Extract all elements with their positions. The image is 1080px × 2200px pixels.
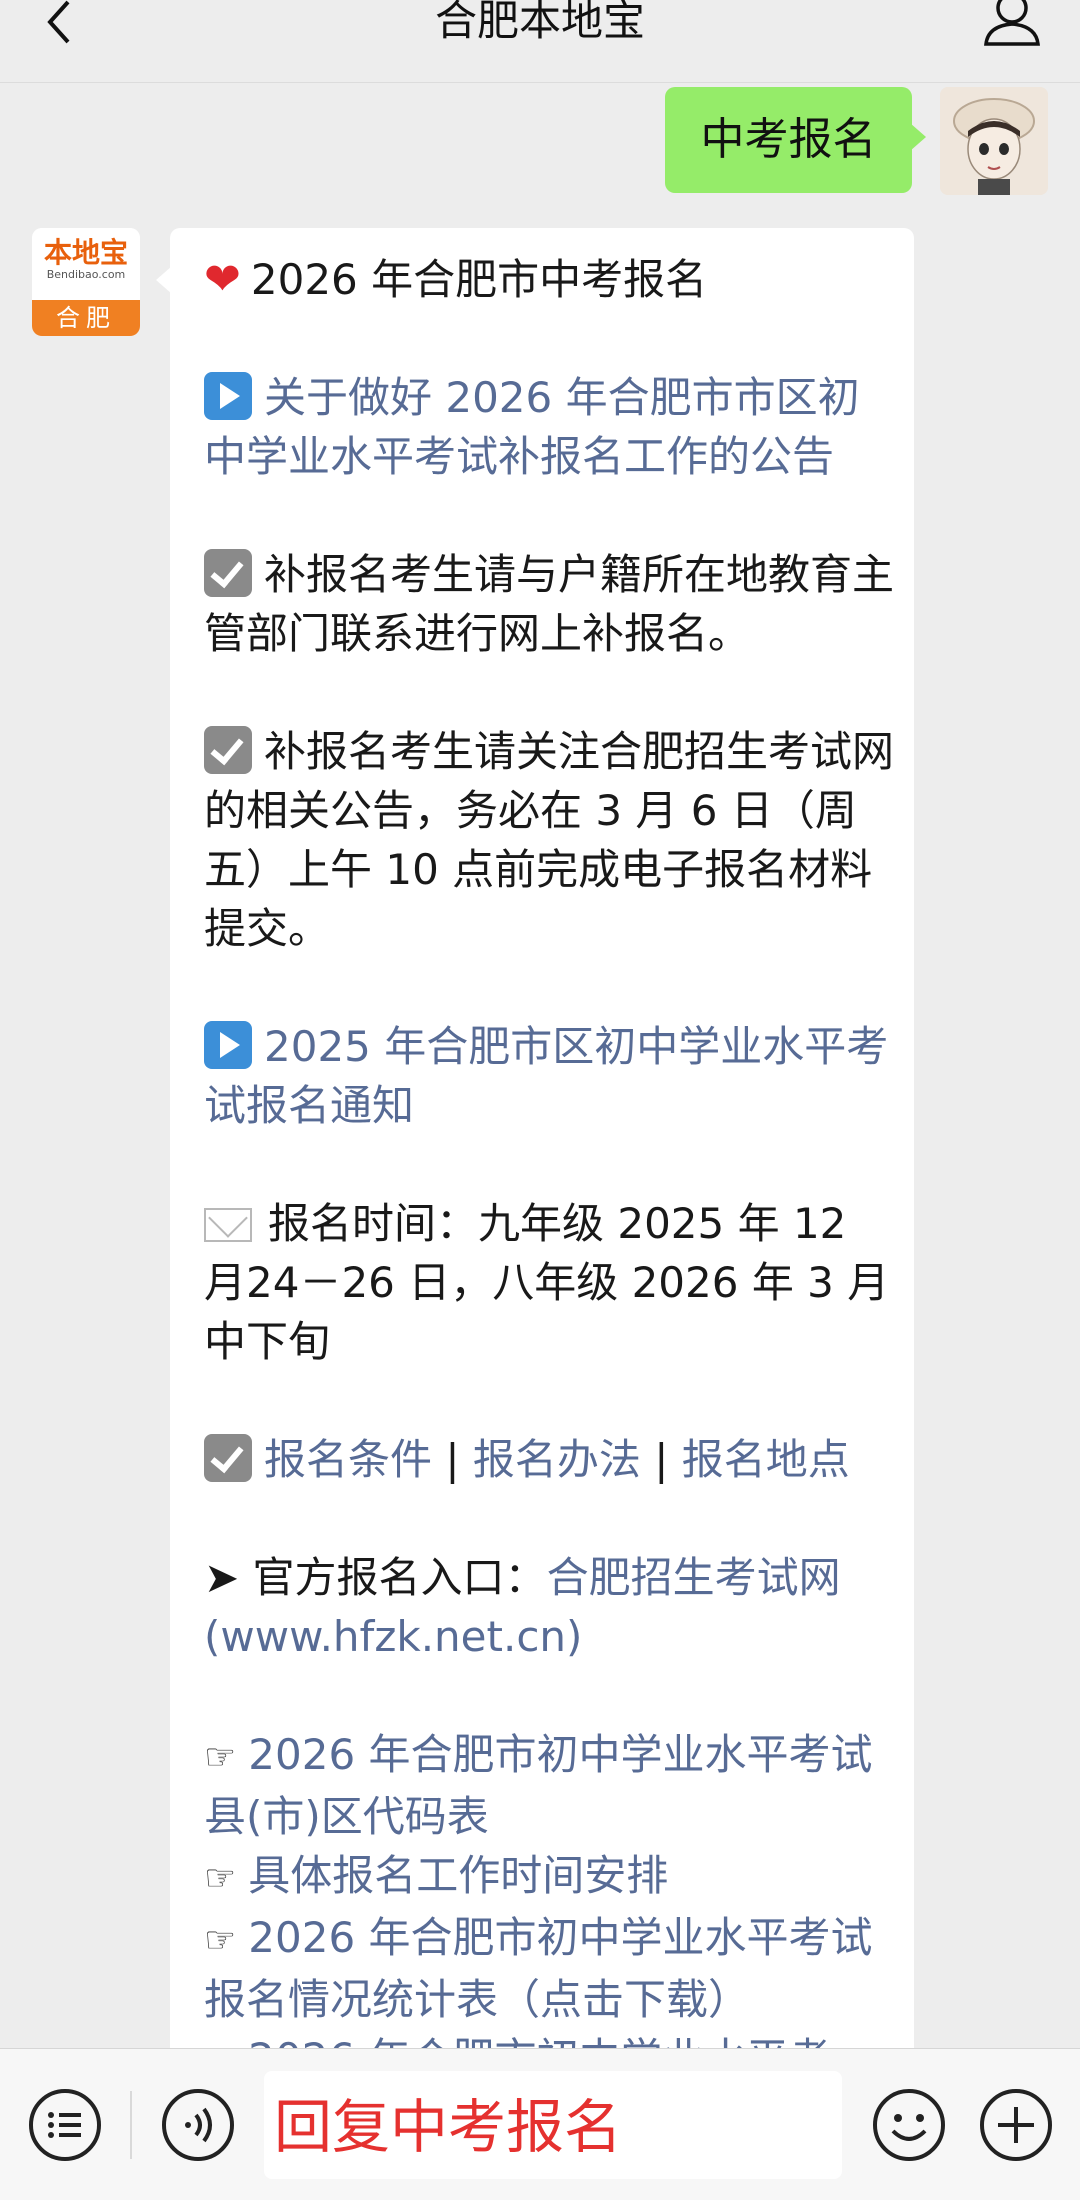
divider: | xyxy=(445,1435,460,1484)
outgoing-message-bubble[interactable]: 中考报名 xyxy=(665,87,926,193)
entry-label: 官方报名入口： xyxy=(252,1553,547,1602)
my-avatar[interactable] xyxy=(940,87,1048,195)
heart-icon: ❤ xyxy=(204,254,241,305)
divider: | xyxy=(654,1435,669,1484)
separator xyxy=(130,2091,132,2159)
pointing-hand-icon: ☞ xyxy=(204,1737,237,1778)
conditions-link[interactable]: 报名条件 xyxy=(264,1435,432,1484)
user-icon[interactable] xyxy=(982,0,1042,48)
logo-text: 本地宝 xyxy=(43,236,128,269)
avatar-illustration xyxy=(940,87,1048,195)
district-code-link[interactable]: 2026 年合肥市初中学业水平考试县(市)区代码表 xyxy=(204,1730,873,1841)
message-content: ❤ 2026 年合肥市中考报名 关于做好 2026 年合肥市市区初中学业水平考试补… xyxy=(204,250,894,2058)
message-heading: 2026 年合肥市中考报名 xyxy=(250,255,708,304)
statistics-download-link[interactable]: 2026 年合肥市初中学业水平考试报名情况统计表（点击下载） xyxy=(204,1913,873,2024)
input-text: 回复中考报名 xyxy=(274,2093,623,2161)
bendibao-logo: 本地宝 Bendibao.com xyxy=(32,228,140,300)
place-link[interactable]: 报名地点 xyxy=(682,1435,850,1484)
envelope-icon xyxy=(204,1208,252,1242)
supplement-note-1: 补报名考生请与户籍所在地教育主管部门联系进行网上补报名。 xyxy=(204,550,895,658)
supplement-note-2: 补报名考生请关注合肥招生考试网的相关公告，务必在 3 月 6 日（周五）上午 1… xyxy=(204,727,895,953)
play-icon xyxy=(204,1021,252,1069)
registration-notice-link[interactable]: 2025 年合肥市区初中学业水平考试报名通知 xyxy=(204,1022,888,1130)
menu-list-icon[interactable] xyxy=(27,2087,103,2163)
check-icon xyxy=(204,1434,252,1482)
logo-city: 合肥 xyxy=(32,300,140,336)
check-icon xyxy=(204,549,252,597)
incoming-message-bubble: ❤ 2026 年合肥市中考报名 关于做好 2026 年合肥市市区初中学业水平考试补… xyxy=(170,228,914,2058)
chat-title: 合肥本地宝 xyxy=(434,0,645,45)
voice-icon[interactable] xyxy=(160,2087,236,2163)
arrow-icon: ➤ xyxy=(204,1553,253,1602)
method-link[interactable]: 报名办法 xyxy=(473,1435,641,1484)
chat-header: 合肥本地宝 xyxy=(0,0,1080,83)
plus-icon[interactable] xyxy=(978,2087,1054,2163)
check-icon xyxy=(204,726,252,774)
play-icon xyxy=(204,372,252,420)
input-bar: 回复中考报名 xyxy=(0,2048,1080,2200)
bendibao-avatar[interactable]: 本地宝 Bendibao.com 合肥 xyxy=(32,228,140,336)
announcement-link[interactable]: 关于做好 2026 年合肥市市区初中学业水平考试补报名工作的公告 xyxy=(204,373,860,481)
pointing-hand-icon: ☞ xyxy=(204,1858,237,1899)
pointing-hand-icon: ☞ xyxy=(204,1920,237,1961)
schedule-link[interactable]: 具体报名工作时间安排 xyxy=(248,1851,668,1900)
emoji-icon[interactable] xyxy=(871,2087,947,2163)
logo-domain: Bendibao.com xyxy=(46,268,126,281)
registration-time: 报名时间：九年级 2025 年 12 月24－26 日，八年级 2026 年 3… xyxy=(204,1199,890,1366)
message-input[interactable]: 回复中考报名 xyxy=(264,2071,842,2179)
